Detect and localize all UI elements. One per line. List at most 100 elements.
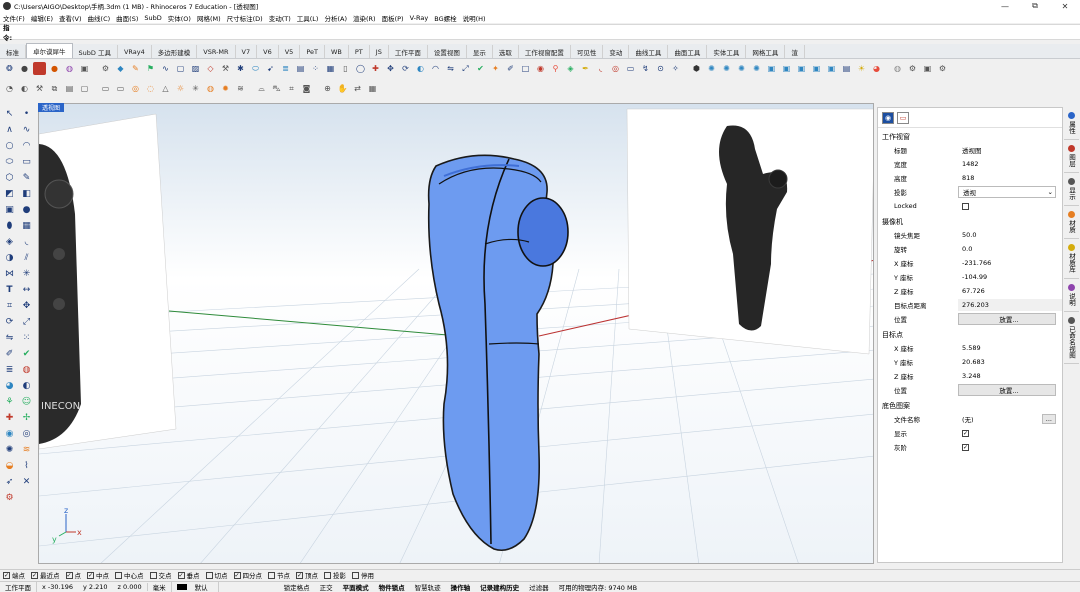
osnap-intersection[interactable]: 交点 <box>149 570 172 580</box>
restore-button[interactable]: ⧉ <box>1020 0 1050 12</box>
status-grid-snap[interactable]: 锁定格点 <box>279 582 315 592</box>
tab-zhuoermo[interactable]: 卓尔谟犀牛 <box>26 43 73 58</box>
lock-icon[interactable]: ⊕ <box>321 82 334 95</box>
box-icon[interactable]: ▢ <box>174 62 187 75</box>
menu-panels[interactable]: 面板(P) <box>382 13 404 23</box>
ring-icon[interactable]: ◯ <box>354 62 367 75</box>
pencil-icon[interactable]: ✎ <box>129 62 142 75</box>
paste-icon[interactable]: ▤ <box>63 82 76 95</box>
arrow-icon[interactable]: ➹ <box>264 62 277 75</box>
osnap-icon[interactable]: ◔ <box>3 82 16 95</box>
gear3-icon[interactable]: ⚙ <box>936 62 949 75</box>
menu-transform[interactable]: 变动(T) <box>269 13 291 23</box>
polyline-icon[interactable]: ∧ <box>2 122 17 137</box>
osnap-project[interactable]: 投影 <box>324 570 346 580</box>
cylinder-icon[interactable]: ⬭ <box>249 62 262 75</box>
edit-pts-tool-icon[interactable]: ✐ <box>2 346 17 361</box>
check-icon[interactable]: ✔ <box>474 62 487 75</box>
blue-gear-icon[interactable]: ✺ <box>705 62 718 75</box>
tree-tool-icon[interactable]: ⚘ <box>2 394 17 409</box>
tab-display[interactable]: 显示 <box>467 45 493 58</box>
menu-render[interactable]: 渲染(R) <box>353 13 376 23</box>
side-tab-layers[interactable]: 图层 <box>1064 140 1079 173</box>
tab-render-truncated[interactable]: 渲 <box>785 45 805 58</box>
status-cplane[interactable]: 工作平面 <box>0 582 37 592</box>
ellipse-tool-icon[interactable]: ⬭ <box>2 154 17 169</box>
red-box-icon[interactable] <box>33 62 46 75</box>
dim-tool-icon[interactable]: ↔ <box>19 282 34 297</box>
osnap-center[interactable]: 中心点 <box>115 570 144 580</box>
target-icon[interactable]: ◎ <box>129 82 142 95</box>
transform-tool-icon[interactable]: ✥ <box>19 298 34 313</box>
fillet-tool-icon[interactable]: ◟ <box>19 234 34 249</box>
select-arrow-icon[interactable]: ↖ <box>2 106 17 121</box>
warp-icon[interactable]: ✧ <box>669 62 682 75</box>
osnap-end[interactable]: ✓ 端点 <box>3 570 25 580</box>
lines-icon[interactable]: ≋ <box>234 82 247 95</box>
car-icon[interactable]: ⛍ <box>270 82 283 95</box>
status-planar[interactable]: 平面模式 <box>338 582 374 592</box>
grayscale-checkbox[interactable]: ✓ <box>962 443 969 451</box>
freeform-tool-icon[interactable]: ✎ <box>19 170 34 185</box>
layers-icon[interactable]: ≣ <box>279 62 292 75</box>
check-tool-icon[interactable]: ✔ <box>19 346 34 361</box>
point-icon[interactable]: • <box>19 106 34 121</box>
status-history[interactable]: 记录建构历史 <box>475 582 524 592</box>
shape-icon[interactable]: ◆ <box>114 62 127 75</box>
tab-set-view[interactable]: 设置视图 <box>428 45 467 58</box>
join-tool-icon[interactable]: ⋈ <box>2 266 17 281</box>
tab-v7[interactable]: V7 <box>236 45 258 58</box>
window3-icon[interactable]: ▣ <box>795 62 808 75</box>
prop-lens-field[interactable]: 50.0 <box>958 229 1062 241</box>
tab-surface-tools[interactable]: 曲面工具 <box>668 45 708 58</box>
prop-cam-x-field[interactable]: -231.766 <box>958 257 1062 269</box>
tab-subd-tools[interactable]: SubD 工具 <box>73 45 118 58</box>
surface-tool-icon[interactable]: ◩ <box>2 186 17 201</box>
menu-edit[interactable]: 编辑(E) <box>31 13 53 23</box>
split-tool-icon[interactable]: ⫽ <box>19 250 34 265</box>
prop-target-distance-field[interactable]: 276.203 <box>958 299 1062 311</box>
layer-tool-icon[interactable]: ≣ <box>2 362 17 377</box>
status-osnap[interactable]: 物件锁点 <box>374 582 410 592</box>
side-tab-help[interactable]: 说明 <box>1064 279 1079 312</box>
grid-tool-icon[interactable]: ⌗ <box>2 298 17 313</box>
pipe-tool-icon[interactable]: ⌇ <box>19 458 34 473</box>
polygon-tool-icon[interactable]: ⬡ <box>2 170 17 185</box>
viewport-props-icon[interactable]: ▭ <box>897 111 909 124</box>
gear2-icon[interactable]: ⚙ <box>906 62 919 75</box>
osnap-knot[interactable]: 节点 <box>268 570 290 580</box>
gear-tool-icon[interactable]: ⚙ <box>2 490 17 505</box>
prop-rotation-field[interactable]: 0.0 <box>958 243 1062 255</box>
subd-tool-icon[interactable]: ◈ <box>2 234 17 249</box>
projection-select[interactable]: 透视 ⌄ <box>958 186 1056 198</box>
browse-button[interactable]: ... <box>1041 414 1056 424</box>
hex-icon[interactable]: ⬢ <box>690 62 703 75</box>
render-tool-icon[interactable]: ◕ <box>2 378 17 393</box>
rectangle-tool-icon[interactable]: ▭ <box>19 154 34 169</box>
menu-analyze[interactable]: 分析(A) <box>324 13 347 23</box>
blend-icon[interactable]: ◐ <box>414 62 427 75</box>
osnap-disable[interactable]: 停用 <box>352 570 374 580</box>
menu-dimension[interactable]: 尺寸标注(D) <box>227 13 263 23</box>
perspective-viewport[interactable]: INECON z x y <box>38 103 874 564</box>
swirl-icon[interactable]: ❂ <box>3 62 16 75</box>
image-icon[interactable]: ▨ <box>189 62 202 75</box>
color-sphere-icon[interactable]: ◕ <box>870 62 883 75</box>
tab-standard[interactable]: 标准 <box>0 45 26 58</box>
panel-icon[interactable]: ▤ <box>294 62 307 75</box>
mesh-tool-icon[interactable]: ▦ <box>19 218 34 233</box>
circle-tool-icon[interactable]: ○ <box>2 138 17 153</box>
prop-width-field[interactable]: 1482 <box>958 158 1062 170</box>
status-layer[interactable]: 默认 <box>172 582 219 592</box>
hand-icon[interactable]: ✋ <box>336 82 349 95</box>
fillet-icon[interactable]: ◟ <box>594 62 607 75</box>
orient-tool-icon[interactable]: ✢ <box>19 410 34 425</box>
cube2-icon[interactable]: ▣ <box>921 62 934 75</box>
window4-icon[interactable]: ▣ <box>810 62 823 75</box>
osnap-perp[interactable]: ✓ 垂点 <box>177 570 200 580</box>
prop-cam-z-field[interactable]: 67.726 <box>958 285 1062 297</box>
menu-mesh[interactable]: 网格(M) <box>197 13 221 23</box>
flow-icon[interactable]: ↯ <box>639 62 652 75</box>
menu-help[interactable]: 说明(H) <box>463 13 486 23</box>
command-input[interactable] <box>22 27 1080 37</box>
